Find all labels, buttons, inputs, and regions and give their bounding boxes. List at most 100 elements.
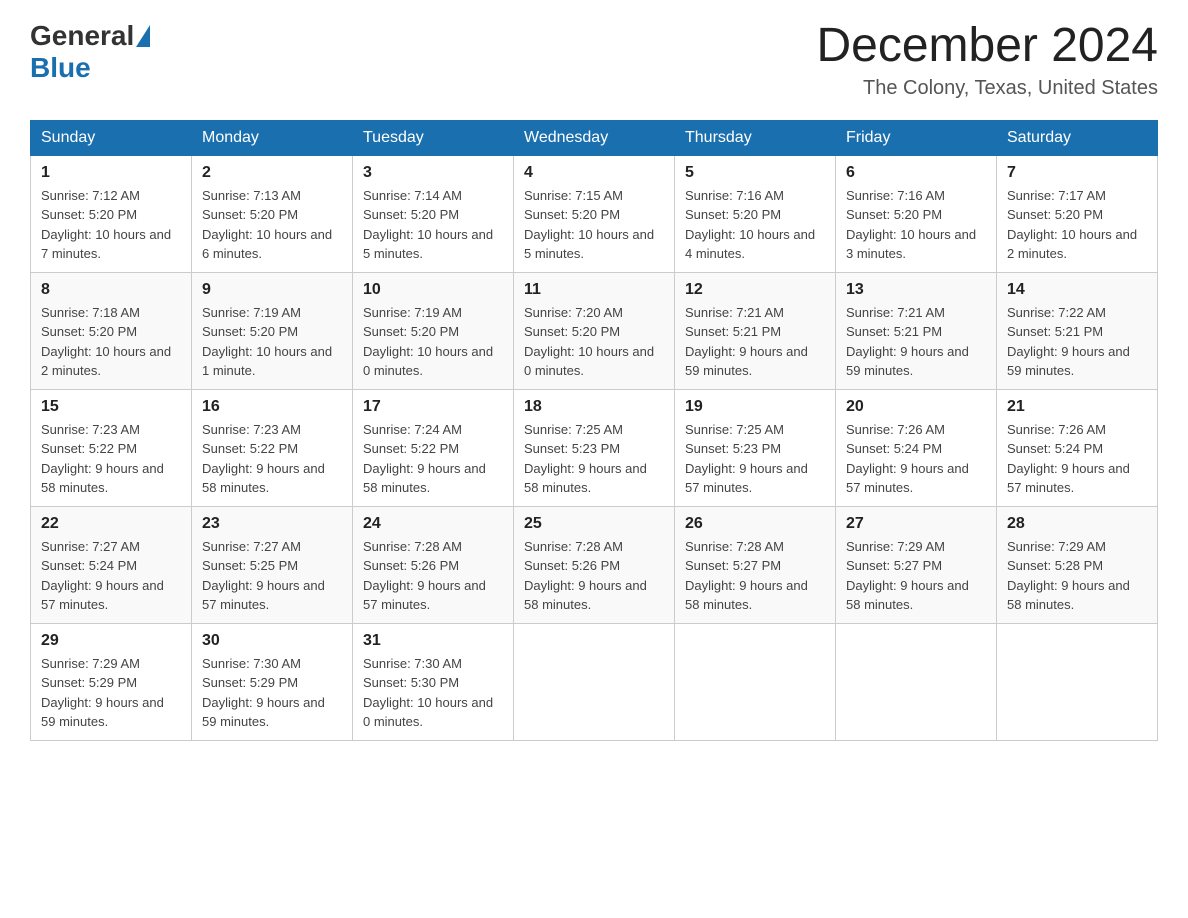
day-number: 8 <box>41 281 181 299</box>
logo-triangle-icon <box>136 25 150 47</box>
calendar-cell: 31 Sunrise: 7:30 AM Sunset: 5:30 PM Dayl… <box>353 623 514 740</box>
calendar-cell: 2 Sunrise: 7:13 AM Sunset: 5:20 PM Dayli… <box>192 155 353 272</box>
day-info: Sunrise: 7:14 AM Sunset: 5:20 PM Dayligh… <box>363 186 503 264</box>
day-number: 28 <box>1007 515 1147 533</box>
calendar-cell <box>675 623 836 740</box>
day-info: Sunrise: 7:12 AM Sunset: 5:20 PM Dayligh… <box>41 186 181 264</box>
day-number: 9 <box>202 281 342 299</box>
calendar-week-row: 22 Sunrise: 7:27 AM Sunset: 5:24 PM Dayl… <box>31 506 1158 623</box>
calendar-cell: 9 Sunrise: 7:19 AM Sunset: 5:20 PM Dayli… <box>192 272 353 389</box>
header-wednesday: Wednesday <box>514 120 675 155</box>
calendar-cell: 19 Sunrise: 7:25 AM Sunset: 5:23 PM Dayl… <box>675 389 836 506</box>
calendar-cell: 1 Sunrise: 7:12 AM Sunset: 5:20 PM Dayli… <box>31 155 192 272</box>
calendar-cell: 10 Sunrise: 7:19 AM Sunset: 5:20 PM Dayl… <box>353 272 514 389</box>
day-info: Sunrise: 7:23 AM Sunset: 5:22 PM Dayligh… <box>41 420 181 498</box>
calendar-week-row: 15 Sunrise: 7:23 AM Sunset: 5:22 PM Dayl… <box>31 389 1158 506</box>
calendar-cell: 6 Sunrise: 7:16 AM Sunset: 5:20 PM Dayli… <box>836 155 997 272</box>
day-info: Sunrise: 7:16 AM Sunset: 5:20 PM Dayligh… <box>846 186 986 264</box>
day-number: 15 <box>41 398 181 416</box>
calendar-cell: 13 Sunrise: 7:21 AM Sunset: 5:21 PM Dayl… <box>836 272 997 389</box>
header-friday: Friday <box>836 120 997 155</box>
logo-blue-text: Blue <box>30 52 91 84</box>
calendar-cell: 8 Sunrise: 7:18 AM Sunset: 5:20 PM Dayli… <box>31 272 192 389</box>
logo-general-text: General <box>30 20 134 52</box>
day-number: 31 <box>363 632 503 650</box>
day-info: Sunrise: 7:29 AM Sunset: 5:29 PM Dayligh… <box>41 654 181 732</box>
day-number: 29 <box>41 632 181 650</box>
calendar-cell: 17 Sunrise: 7:24 AM Sunset: 5:22 PM Dayl… <box>353 389 514 506</box>
calendar-week-row: 8 Sunrise: 7:18 AM Sunset: 5:20 PM Dayli… <box>31 272 1158 389</box>
day-number: 11 <box>524 281 664 299</box>
day-number: 30 <box>202 632 342 650</box>
title-section: December 2024 The Colony, Texas, United … <box>816 20 1158 100</box>
calendar-week-row: 29 Sunrise: 7:29 AM Sunset: 5:29 PM Dayl… <box>31 623 1158 740</box>
header-monday: Monday <box>192 120 353 155</box>
day-number: 24 <box>363 515 503 533</box>
calendar-cell: 24 Sunrise: 7:28 AM Sunset: 5:26 PM Dayl… <box>353 506 514 623</box>
day-info: Sunrise: 7:29 AM Sunset: 5:28 PM Dayligh… <box>1007 537 1147 615</box>
day-info: Sunrise: 7:15 AM Sunset: 5:20 PM Dayligh… <box>524 186 664 264</box>
day-number: 25 <box>524 515 664 533</box>
day-info: Sunrise: 7:16 AM Sunset: 5:20 PM Dayligh… <box>685 186 825 264</box>
header-tuesday: Tuesday <box>353 120 514 155</box>
month-year-title: December 2024 <box>816 20 1158 73</box>
calendar-cell: 23 Sunrise: 7:27 AM Sunset: 5:25 PM Dayl… <box>192 506 353 623</box>
day-info: Sunrise: 7:13 AM Sunset: 5:20 PM Dayligh… <box>202 186 342 264</box>
day-number: 19 <box>685 398 825 416</box>
day-info: Sunrise: 7:25 AM Sunset: 5:23 PM Dayligh… <box>685 420 825 498</box>
day-info: Sunrise: 7:29 AM Sunset: 5:27 PM Dayligh… <box>846 537 986 615</box>
day-number: 21 <box>1007 398 1147 416</box>
day-info: Sunrise: 7:21 AM Sunset: 5:21 PM Dayligh… <box>846 303 986 381</box>
day-info: Sunrise: 7:27 AM Sunset: 5:24 PM Dayligh… <box>41 537 181 615</box>
day-info: Sunrise: 7:28 AM Sunset: 5:27 PM Dayligh… <box>685 537 825 615</box>
calendar-cell: 25 Sunrise: 7:28 AM Sunset: 5:26 PM Dayl… <box>514 506 675 623</box>
day-info: Sunrise: 7:23 AM Sunset: 5:22 PM Dayligh… <box>202 420 342 498</box>
day-number: 20 <box>846 398 986 416</box>
day-info: Sunrise: 7:22 AM Sunset: 5:21 PM Dayligh… <box>1007 303 1147 381</box>
header-thursday: Thursday <box>675 120 836 155</box>
day-info: Sunrise: 7:26 AM Sunset: 5:24 PM Dayligh… <box>846 420 986 498</box>
day-number: 18 <box>524 398 664 416</box>
day-number: 6 <box>846 164 986 182</box>
day-info: Sunrise: 7:19 AM Sunset: 5:20 PM Dayligh… <box>363 303 503 381</box>
day-number: 1 <box>41 164 181 182</box>
day-info: Sunrise: 7:18 AM Sunset: 5:20 PM Dayligh… <box>41 303 181 381</box>
day-number: 7 <box>1007 164 1147 182</box>
calendar-cell: 30 Sunrise: 7:30 AM Sunset: 5:29 PM Dayl… <box>192 623 353 740</box>
calendar-cell: 26 Sunrise: 7:28 AM Sunset: 5:27 PM Dayl… <box>675 506 836 623</box>
calendar-cell: 16 Sunrise: 7:23 AM Sunset: 5:22 PM Dayl… <box>192 389 353 506</box>
calendar-cell: 20 Sunrise: 7:26 AM Sunset: 5:24 PM Dayl… <box>836 389 997 506</box>
calendar-cell: 11 Sunrise: 7:20 AM Sunset: 5:20 PM Dayl… <box>514 272 675 389</box>
day-info: Sunrise: 7:17 AM Sunset: 5:20 PM Dayligh… <box>1007 186 1147 264</box>
day-number: 27 <box>846 515 986 533</box>
calendar-cell: 27 Sunrise: 7:29 AM Sunset: 5:27 PM Dayl… <box>836 506 997 623</box>
day-number: 22 <box>41 515 181 533</box>
day-number: 16 <box>202 398 342 416</box>
calendar-table: Sunday Monday Tuesday Wednesday Thursday… <box>30 120 1158 741</box>
calendar-cell <box>997 623 1158 740</box>
day-info: Sunrise: 7:28 AM Sunset: 5:26 PM Dayligh… <box>524 537 664 615</box>
calendar-cell: 28 Sunrise: 7:29 AM Sunset: 5:28 PM Dayl… <box>997 506 1158 623</box>
header-sunday: Sunday <box>31 120 192 155</box>
calendar-cell: 4 Sunrise: 7:15 AM Sunset: 5:20 PM Dayli… <box>514 155 675 272</box>
calendar-cell <box>514 623 675 740</box>
day-number: 4 <box>524 164 664 182</box>
logo: General Blue <box>30 20 150 84</box>
day-number: 5 <box>685 164 825 182</box>
day-info: Sunrise: 7:19 AM Sunset: 5:20 PM Dayligh… <box>202 303 342 381</box>
day-number: 10 <box>363 281 503 299</box>
day-number: 17 <box>363 398 503 416</box>
calendar-cell: 5 Sunrise: 7:16 AM Sunset: 5:20 PM Dayli… <box>675 155 836 272</box>
day-info: Sunrise: 7:27 AM Sunset: 5:25 PM Dayligh… <box>202 537 342 615</box>
calendar-cell: 29 Sunrise: 7:29 AM Sunset: 5:29 PM Dayl… <box>31 623 192 740</box>
day-number: 2 <box>202 164 342 182</box>
header-saturday: Saturday <box>997 120 1158 155</box>
calendar-cell: 14 Sunrise: 7:22 AM Sunset: 5:21 PM Dayl… <box>997 272 1158 389</box>
location-subtitle: The Colony, Texas, United States <box>816 77 1158 100</box>
day-number: 26 <box>685 515 825 533</box>
calendar-cell: 7 Sunrise: 7:17 AM Sunset: 5:20 PM Dayli… <box>997 155 1158 272</box>
calendar-cell: 21 Sunrise: 7:26 AM Sunset: 5:24 PM Dayl… <box>997 389 1158 506</box>
day-number: 23 <box>202 515 342 533</box>
calendar-cell: 18 Sunrise: 7:25 AM Sunset: 5:23 PM Dayl… <box>514 389 675 506</box>
calendar-cell: 15 Sunrise: 7:23 AM Sunset: 5:22 PM Dayl… <box>31 389 192 506</box>
